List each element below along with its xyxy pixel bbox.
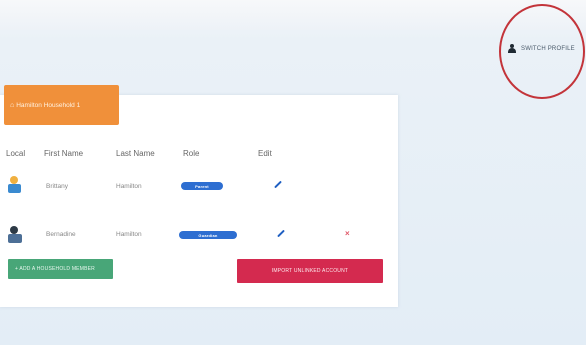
table-row: Brittany Hamilton Parent	[0, 176, 398, 204]
first-name-cell: Bernadine	[46, 231, 76, 238]
table-row: Bernadine Hamilton Guardian ×	[0, 226, 398, 254]
column-header-first-name: First Name	[44, 149, 84, 158]
last-name-cell: Hamilton	[116, 231, 142, 238]
edit-pencil-icon[interactable]	[277, 229, 285, 238]
column-header-role: Role	[183, 149, 200, 158]
top-band	[0, 0, 586, 30]
household-button[interactable]: ⌂ Hamilton Household 1	[4, 85, 119, 125]
role-badge: Parent	[181, 182, 223, 190]
highlight-circle	[499, 4, 585, 99]
last-name-cell: Hamilton	[116, 183, 142, 190]
person-avatar	[8, 226, 22, 244]
household-button-label: Hamilton Household 1	[16, 101, 81, 109]
home-icon: ⌂	[10, 101, 15, 109]
column-header-local: Local	[6, 149, 26, 158]
first-name-cell: Brittany	[46, 183, 69, 190]
person-avatar	[8, 176, 22, 194]
delete-x-icon[interactable]: ×	[345, 229, 350, 238]
column-header-last-name: Last Name	[116, 149, 155, 158]
add-household-member-button[interactable]: + ADD A HOUSEHOLD MEMBER	[8, 259, 113, 279]
column-header-edit: Edit	[258, 149, 272, 158]
role-badge: Guardian	[179, 231, 237, 239]
edit-pencil-icon[interactable]	[274, 180, 282, 189]
import-unlinked-account-button[interactable]: IMPORT UNLINKED ACCOUNT	[237, 259, 383, 283]
